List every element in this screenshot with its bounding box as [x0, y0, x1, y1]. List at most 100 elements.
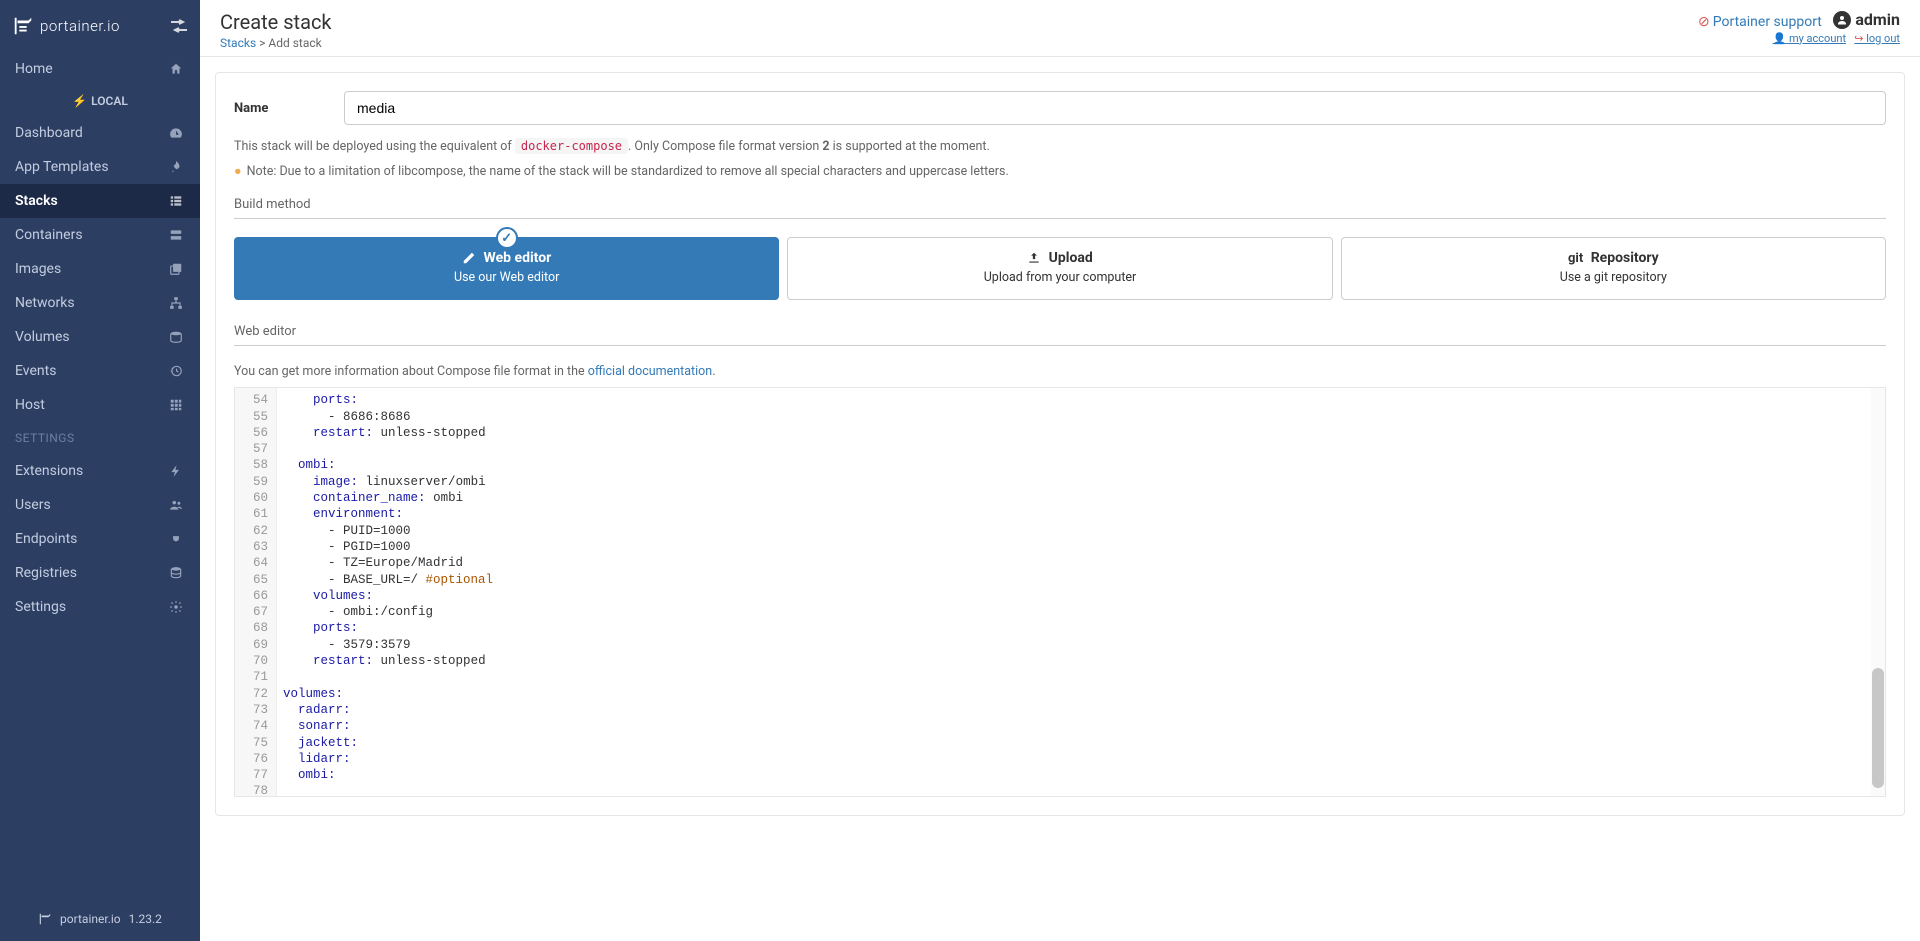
footer-brand: portainer.io — [60, 912, 121, 926]
sidebar-item-containers[interactable]: Containers — [0, 218, 200, 252]
code-line: image: linuxserver/ombi — [283, 474, 1879, 490]
code-line: - TZ=Europe/Madrid — [283, 555, 1879, 571]
build-methods: ✓ Web editorUse our Web editor UploadUpl… — [234, 237, 1886, 300]
home-icon — [169, 62, 185, 76]
support-link[interactable]: ⊘Portainer support — [1698, 14, 1825, 30]
breadcrumb: Stacks > Add stack — [220, 36, 332, 50]
build-method-title: Build method — [234, 189, 1886, 219]
footer-logo-icon — [38, 912, 52, 926]
logo-icon — [12, 15, 34, 37]
sidebar-toggle-icon[interactable] — [170, 19, 188, 33]
sidebar-item-images[interactable]: Images — [0, 252, 200, 286]
git-icon: git — [1568, 250, 1583, 266]
build-method-web-editor[interactable]: ✓ Web editorUse our Web editor — [234, 237, 779, 300]
sidebar-item-label: Networks — [15, 295, 75, 311]
warning-icon: ● — [234, 164, 242, 179]
code-line — [283, 441, 1879, 457]
code-line: ombi: — [283, 457, 1879, 473]
editor-code[interactable]: ports: - 8686:8686 restart: unless-stopp… — [277, 388, 1885, 796]
logout-link[interactable]: ↪ log out — [1854, 32, 1900, 45]
sidebar-item-label: Images — [15, 261, 61, 277]
create-stack-panel: Name This stack will be deployed using t… — [215, 72, 1905, 816]
sidebar-item-label: Dashboard — [15, 125, 83, 141]
name-label: Name — [234, 101, 344, 116]
code-line: restart: unless-stopped — [283, 425, 1879, 441]
breadcrumb-current: Add stack — [268, 36, 321, 50]
page-title: Create stack — [220, 10, 332, 34]
code-line: volumes: — [283, 588, 1879, 604]
sidebar-item-networks[interactable]: Networks — [0, 286, 200, 320]
method-title: Web editor — [243, 250, 770, 266]
code-line: volumes: — [283, 686, 1879, 702]
plug-icon — [169, 532, 185, 546]
code-line: - 8686:8686 — [283, 409, 1879, 425]
sidebar-item-dashboard[interactable]: Dashboard — [0, 116, 200, 150]
code-line: sonarr: — [283, 718, 1879, 734]
code-line — [283, 669, 1879, 685]
my-account-link[interactable]: 👤 my account — [1773, 32, 1847, 45]
sidebar-footer: portainer.io 1.23.2 — [0, 897, 200, 941]
user-badge: admin — [1833, 10, 1900, 29]
code-line: container_name: ombi — [283, 490, 1879, 506]
method-title: git Repository — [1350, 250, 1877, 266]
th-icon — [169, 398, 185, 412]
endpoint-local-label: ⚡LOCAL — [0, 86, 200, 116]
logo[interactable]: portainer.io — [12, 15, 120, 37]
sidebar-item-volumes[interactable]: Volumes — [0, 320, 200, 354]
cogs-icon — [169, 600, 185, 614]
sidebar-item-label: Extensions — [15, 463, 83, 479]
build-method-repository[interactable]: git Repository Use a git repository — [1341, 237, 1886, 300]
editor-gutter: 5455565758596061626364656667686970717273… — [235, 388, 277, 796]
check-icon: ✓ — [496, 227, 518, 249]
plug-icon: ⚡ — [72, 94, 87, 108]
sidebar-item-endpoints[interactable]: Endpoints — [0, 522, 200, 556]
stack-name-input[interactable] — [344, 91, 1886, 125]
sidebar-item-home[interactable]: Home — [0, 52, 200, 86]
logo-text: portainer.io — [40, 17, 120, 35]
code-line: - ombi:/config — [283, 604, 1879, 620]
settings-section-header: SETTINGS — [0, 422, 200, 454]
sidebar-item-events[interactable]: Events — [0, 354, 200, 388]
users-icon — [169, 498, 185, 512]
libcompose-note: ●Note: Due to a limitation of libcompose… — [234, 164, 1886, 179]
sidebar-item-label: Containers — [15, 227, 83, 243]
edit-icon — [462, 251, 476, 265]
documentation-hint: You can get more information about Compo… — [234, 364, 1886, 379]
sidebar-item-host[interactable]: Host — [0, 388, 200, 422]
code-line: ports: — [283, 620, 1879, 636]
server-icon — [169, 228, 185, 242]
upload-icon — [1027, 251, 1041, 265]
sidebar-item-label: Events — [15, 363, 56, 379]
sidebar-item-settings[interactable]: Settings — [0, 590, 200, 624]
code-line: radarr: — [283, 702, 1879, 718]
sitemap-icon — [169, 296, 185, 310]
build-method-upload[interactable]: UploadUpload from your computer — [787, 237, 1332, 300]
sidebar-item-label: Settings — [15, 599, 66, 615]
main-content: Create stack Stacks > Add stack ⊘Portain… — [200, 0, 1920, 941]
sidebar-item-stacks[interactable]: Stacks — [0, 184, 200, 218]
code-line: - PUID=1000 — [283, 523, 1879, 539]
logout-icon: ↪ — [1854, 32, 1863, 45]
breadcrumb-root-link[interactable]: Stacks — [220, 36, 256, 50]
editor-scrollbar[interactable] — [1871, 388, 1885, 796]
sidebar-item-label: App Templates — [15, 159, 109, 175]
clone-icon — [169, 262, 185, 276]
database-icon — [169, 566, 185, 580]
user-name: admin — [1855, 10, 1900, 29]
editor-scrollbar-thumb[interactable] — [1872, 668, 1884, 788]
code-line: restart: unless-stopped — [283, 653, 1879, 669]
sidebar-item-extensions[interactable]: Extensions — [0, 454, 200, 488]
topbar: Create stack Stacks > Add stack ⊘Portain… — [200, 0, 1920, 57]
method-subtitle: Use a git repository — [1350, 270, 1877, 285]
official-docs-link[interactable]: official documentation — [588, 364, 712, 379]
code-line: ports: — [283, 392, 1879, 408]
compose-help-text: This stack will be deployed using the eq… — [234, 139, 1886, 154]
sidebar-item-users[interactable]: Users — [0, 488, 200, 522]
code-line: - PGID=1000 — [283, 539, 1879, 555]
sidebar-item-app-templates[interactable]: App Templates — [0, 150, 200, 184]
support-icon: ⊘ — [1698, 14, 1710, 30]
web-editor-section-title: Web editor — [234, 316, 1886, 346]
compose-editor[interactable]: 5455565758596061626364656667686970717273… — [234, 387, 1886, 797]
sidebar-header: portainer.io — [0, 0, 200, 52]
sidebar-item-registries[interactable]: Registries — [0, 556, 200, 590]
